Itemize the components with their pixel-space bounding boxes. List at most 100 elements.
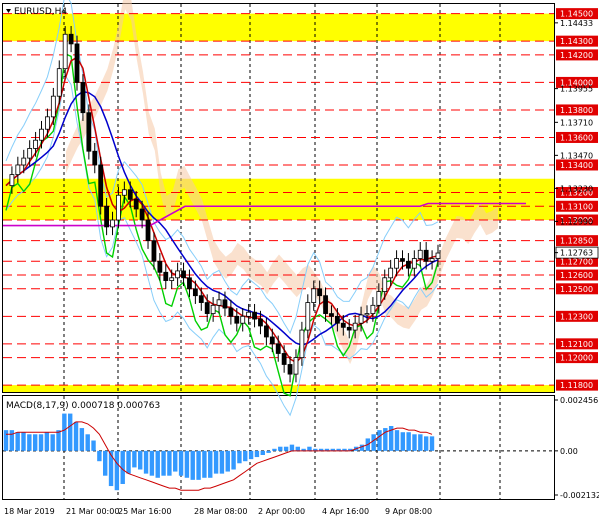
- candle-body[interactable]: [376, 291, 382, 306]
- candle-body[interactable]: [400, 258, 405, 262]
- chart-window[interactable]: 1.145001.143001.142001.140001.138001.136…: [0, 0, 599, 521]
- macd-histogram-bar: [219, 450, 225, 474]
- candle-body[interactable]: [45, 116, 50, 130]
- candle-body[interactable]: [139, 208, 145, 221]
- candle-body[interactable]: [39, 128, 44, 141]
- candle-body[interactable]: [334, 315, 340, 324]
- macd-histogram-bar: [97, 450, 102, 462]
- candle-body[interactable]: [80, 82, 86, 114]
- candle-body[interactable]: [382, 277, 388, 292]
- candle-body[interactable]: [116, 194, 121, 221]
- candle-body[interactable]: [104, 205, 110, 228]
- candle-body[interactable]: [423, 249, 429, 262]
- candle-body[interactable]: [346, 326, 352, 331]
- yellow-zone: [3, 385, 554, 392]
- candle-body[interactable]: [62, 33, 68, 70]
- candle-body[interactable]: [287, 364, 293, 375]
- candle-body[interactable]: [388, 267, 394, 279]
- candle-body[interactable]: [204, 302, 210, 314]
- candle-body[interactable]: [15, 164, 21, 176]
- candle-body[interactable]: [411, 258, 417, 269]
- candle-body[interactable]: [222, 299, 228, 309]
- macd-histogram-bar: [231, 450, 236, 470]
- candle-body[interactable]: [50, 95, 56, 118]
- candle-body[interactable]: [157, 260, 163, 273]
- yellow-zone: [3, 13, 554, 42]
- candle-body[interactable]: [258, 318, 263, 327]
- candle-body[interactable]: [21, 157, 27, 166]
- candle-body[interactable]: [74, 43, 80, 83]
- candle-body[interactable]: [370, 304, 376, 314]
- candle-body[interactable]: [329, 313, 334, 317]
- price-tick-label: 1.13230: [560, 184, 593, 193]
- candle-body[interactable]: [98, 164, 104, 207]
- candle-body[interactable]: [163, 271, 169, 281]
- macd-histogram-bar: [126, 450, 131, 474]
- candle-body[interactable]: [352, 322, 358, 331]
- candle-body[interactable]: [340, 322, 346, 328]
- macd-histogram-bar: [27, 434, 32, 451]
- candle-body[interactable]: [435, 252, 441, 259]
- symbol-title-text: EURUSD,H4: [14, 7, 67, 17]
- candle-body[interactable]: [216, 299, 222, 306]
- candle-body[interactable]: [406, 260, 411, 269]
- level-price-label: 1.14500: [560, 10, 593, 19]
- macd-histogram-bar: [266, 450, 271, 453]
- macd-histogram-bar: [85, 434, 90, 451]
- candle-body[interactable]: [358, 314, 364, 324]
- candle-body[interactable]: [210, 304, 216, 314]
- candle-body[interactable]: [293, 357, 299, 375]
- candle-body[interactable]: [234, 315, 240, 324]
- time-axis-label: 9 Apr 08:00: [385, 507, 432, 516]
- candle-body[interactable]: [269, 336, 275, 345]
- candle-body[interactable]: [317, 288, 323, 297]
- candle-body[interactable]: [110, 219, 115, 228]
- candle-body[interactable]: [305, 302, 311, 331]
- candle-body[interactable]: [429, 258, 435, 262]
- candle-body[interactable]: [263, 325, 269, 338]
- candle-body[interactable]: [198, 295, 204, 303]
- macd-histogram-bar: [394, 430, 400, 451]
- macd-histogram-bar: [213, 450, 219, 474]
- candle-body[interactable]: [181, 270, 186, 279]
- candle-body[interactable]: [228, 307, 234, 317]
- candle-body[interactable]: [9, 174, 15, 187]
- candle-body[interactable]: [92, 150, 98, 166]
- level-price-label: 1.13100: [560, 202, 593, 211]
- candle-body[interactable]: [240, 315, 246, 324]
- candle-body[interactable]: [364, 313, 370, 316]
- candle-body[interactable]: [27, 148, 33, 159]
- macd-histogram-bar: [307, 446, 312, 451]
- candle-body[interactable]: [394, 258, 399, 269]
- candle-body[interactable]: [187, 277, 192, 290]
- candle-body[interactable]: [86, 112, 92, 152]
- candle-body[interactable]: [417, 249, 423, 259]
- macd-histogram-bar: [178, 450, 184, 476]
- candle-body[interactable]: [56, 68, 62, 97]
- candle-body[interactable]: [145, 219, 151, 242]
- macd-histogram-bar: [412, 434, 417, 451]
- candle-body[interactable]: [323, 295, 328, 314]
- candle-body[interactable]: [33, 139, 38, 149]
- macd-histogram-bar: [208, 450, 213, 478]
- candle-body[interactable]: [68, 33, 74, 45]
- candle-body[interactable]: [121, 189, 127, 196]
- candle-body[interactable]: [175, 270, 181, 279]
- candle-body[interactable]: [252, 311, 257, 320]
- candle-body[interactable]: [311, 288, 317, 303]
- candle-body[interactable]: [133, 198, 139, 210]
- macd-histogram-bar: [44, 432, 50, 451]
- candle-body[interactable]: [299, 329, 305, 359]
- macd-histogram-bar: [173, 450, 178, 472]
- macd-histogram-bar: [91, 440, 96, 451]
- candle-body[interactable]: [151, 240, 157, 262]
- price-tick-label: 1.12763: [560, 249, 593, 258]
- candle-body[interactable]: [169, 277, 175, 281]
- symbol-title: EURUSD,H4: [6, 7, 67, 17]
- candle-body[interactable]: [281, 353, 287, 365]
- macd-histogram-bar: [114, 450, 120, 491]
- candle-body[interactable]: [127, 189, 133, 200]
- candle-body[interactable]: [275, 343, 281, 354]
- candle-body[interactable]: [246, 311, 252, 317]
- candle-body[interactable]: [192, 288, 198, 297]
